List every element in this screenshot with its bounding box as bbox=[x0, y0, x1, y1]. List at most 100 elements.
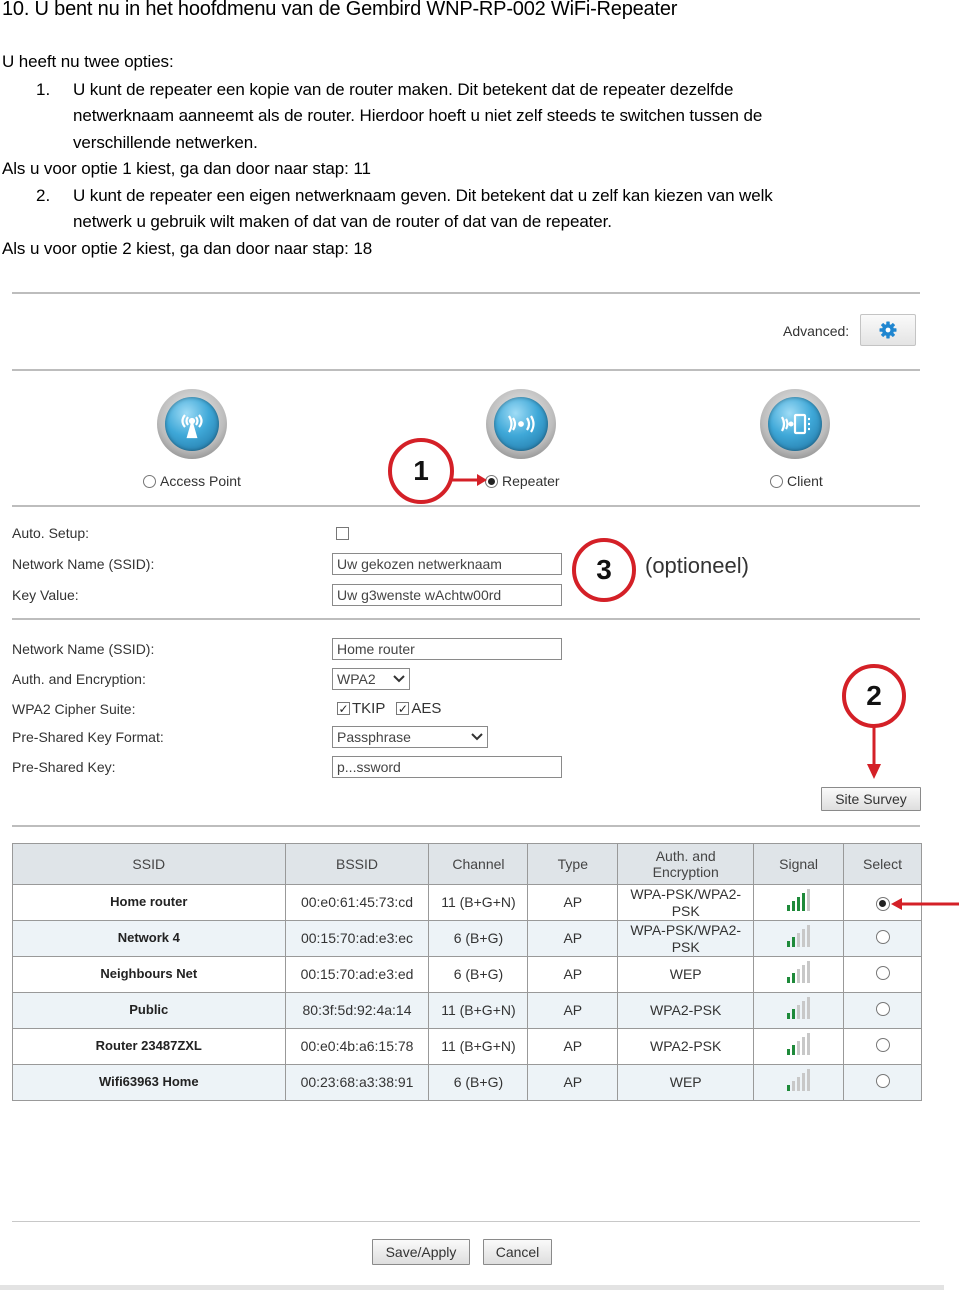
client-device-icon bbox=[781, 413, 810, 435]
signal-bar bbox=[802, 964, 806, 983]
table-row[interactable]: Network 4 00:15:70:ad:e3:ec 6 (B+G) AP WPA-P… bbox=[12, 920, 922, 957]
cell-signal bbox=[753, 920, 845, 957]
tkip-label: TKIP bbox=[352, 700, 386, 717]
key-value-label: Key Value: bbox=[12, 587, 79, 603]
cell-type: AP bbox=[527, 956, 619, 993]
tkip-checkbox[interactable]: ✓ bbox=[337, 702, 350, 715]
cell-select bbox=[843, 920, 922, 957]
header-ssid: SSID bbox=[12, 843, 286, 885]
client-mode-icon[interactable] bbox=[760, 389, 830, 459]
divider bbox=[12, 369, 920, 371]
auth-encryption-label: Auth. and Encryption: bbox=[12, 671, 146, 687]
cipher-aes[interactable]: ✓ AES bbox=[396, 700, 441, 717]
repeater-ssid-label: Network Name (SSID): bbox=[12, 556, 155, 572]
annotation-step-3-number: 3 bbox=[596, 554, 612, 585]
auth-encryption-select[interactable]: WPA2 bbox=[332, 668, 410, 690]
signal-bar bbox=[802, 1036, 806, 1055]
repeater-label: Repeater bbox=[502, 473, 560, 489]
repeater-ssid-input[interactable]: Uw gekozen netwerknaam bbox=[332, 553, 562, 575]
select-network-radio[interactable] bbox=[875, 1001, 890, 1016]
signal-bar bbox=[792, 1044, 796, 1055]
mode-repeater[interactable]: Repeater bbox=[485, 473, 560, 489]
select-network-radio[interactable] bbox=[875, 1037, 890, 1052]
access-point-radio[interactable] bbox=[143, 474, 156, 488]
signal-strength-icon bbox=[787, 924, 811, 947]
table-row[interactable]: Wifi63963 Home 00:23:68:a3:38:91 6 (B+G) AP… bbox=[12, 1064, 922, 1101]
signal-strength-icon bbox=[787, 1032, 811, 1055]
cell-ssid: Neighbours Net bbox=[12, 956, 286, 993]
psk-input[interactable]: p...ssword bbox=[332, 756, 562, 778]
option2-line2: netwerk u gebruik wilt maken of dat van … bbox=[73, 212, 612, 231]
signal-bar bbox=[787, 1084, 791, 1091]
signal-bar bbox=[802, 928, 806, 947]
cell-channel: 11 (B+G+N) bbox=[428, 992, 529, 1029]
select-network-radio[interactable] bbox=[875, 896, 890, 911]
annotation-step-3: 3 bbox=[572, 538, 636, 602]
cell-type: AP bbox=[527, 1064, 619, 1101]
cell-signal bbox=[753, 956, 845, 993]
cancel-button[interactable]: Cancel bbox=[483, 1239, 552, 1265]
cell-auth: WPA-PSK/WPA2-PSK bbox=[617, 920, 755, 957]
aes-checkbox[interactable]: ✓ bbox=[396, 702, 410, 715]
mode-client[interactable]: Client bbox=[770, 473, 823, 489]
site-survey-button[interactable]: Site Survey bbox=[821, 787, 921, 811]
key-value-input[interactable]: Uw g3wenste wAchtw00rd bbox=[332, 584, 562, 606]
signal-bar bbox=[807, 996, 811, 1019]
cell-auth: WEP bbox=[617, 1064, 755, 1101]
table-row[interactable]: Home router 00:e0:61:45:73:cd 11 (B+G+N) AP… bbox=[12, 884, 922, 921]
signal-bar bbox=[787, 1048, 791, 1055]
divider bbox=[12, 505, 920, 507]
access-point-mode-icon[interactable] bbox=[157, 389, 227, 459]
signal-bar bbox=[797, 1004, 801, 1019]
signal-strength-icon bbox=[787, 888, 811, 911]
annotation-arrow-right-icon bbox=[452, 474, 487, 486]
option1-followup: Als u voor optie 1 kiest, ga dan door na… bbox=[2, 159, 371, 178]
repeater-mode-icon[interactable] bbox=[486, 389, 556, 459]
cell-auth: WPA2-PSK bbox=[617, 1028, 755, 1065]
table-row[interactable]: Router 23487ZXL 00:e0:4b:a6:15:78 11 (B+G+… bbox=[12, 1028, 922, 1065]
intro-text: U heeft nu twee opties: bbox=[2, 52, 174, 71]
advanced-settings-button[interactable] bbox=[860, 314, 916, 346]
header-signal: Signal bbox=[753, 843, 845, 885]
site-survey-table: SSID BSSID Channel Type Auth. and Encryp… bbox=[12, 843, 922, 1101]
header-bssid: BSSID bbox=[284, 843, 430, 885]
mode-access-point[interactable]: Access Point bbox=[143, 473, 241, 489]
psk-format-select[interactable]: Passphrase bbox=[332, 726, 488, 748]
option1-line1: U kunt de repeater een kopie van de rout… bbox=[73, 80, 734, 99]
cell-type: AP bbox=[527, 1028, 619, 1065]
cell-signal bbox=[753, 1028, 845, 1065]
table-row[interactable]: Public 80:3f:5d:92:4a:14 11 (B+G+N) AP WPA2-… bbox=[12, 992, 922, 1029]
select-network-radio[interactable] bbox=[875, 965, 890, 980]
divider bbox=[12, 292, 920, 294]
auto-setup-checkbox[interactable] bbox=[336, 527, 349, 540]
header-auth: Auth. and Encryption bbox=[617, 843, 755, 885]
annotation-step-2: 2 bbox=[842, 664, 906, 728]
option1-number: 1. bbox=[36, 80, 51, 99]
cell-bssid: 00:e0:61:45:73:cd bbox=[284, 884, 430, 921]
signal-bar bbox=[792, 900, 796, 911]
save-apply-button[interactable]: Save/Apply bbox=[372, 1239, 470, 1265]
signal-bar bbox=[802, 892, 806, 911]
auth-encryption-value: WPA2 bbox=[337, 671, 376, 687]
option2-line1: U kunt de repeater een eigen netwerknaam… bbox=[73, 186, 773, 205]
cell-auth: WEP bbox=[617, 956, 755, 993]
cell-bssid: 00:e0:4b:a6:15:78 bbox=[284, 1028, 430, 1065]
signal-bar bbox=[792, 972, 796, 983]
option2-followup: Als u voor optie 2 kiest, ga dan door na… bbox=[2, 239, 373, 258]
signal-strength-icon bbox=[787, 960, 811, 983]
signal-bar bbox=[797, 1040, 801, 1055]
option2-number: 2. bbox=[36, 186, 51, 205]
cipher-tkip[interactable]: ✓ TKIP bbox=[337, 700, 385, 717]
signal-strength-icon bbox=[787, 1068, 811, 1091]
cell-channel: 6 (B+G) bbox=[428, 956, 529, 993]
router-ssid-input[interactable]: Home router bbox=[332, 638, 562, 660]
divider bbox=[12, 825, 920, 827]
select-network-radio[interactable] bbox=[875, 929, 890, 944]
aes-label: AES bbox=[411, 700, 442, 717]
option1-line3: verschillende netwerken. bbox=[73, 133, 258, 152]
select-network-radio[interactable] bbox=[875, 1073, 890, 1088]
advanced-label: Advanced: bbox=[783, 323, 850, 339]
client-radio[interactable] bbox=[770, 474, 783, 488]
table-row[interactable]: Neighbours Net 00:15:70:ad:e3:ed 6 (B+G) AP… bbox=[12, 956, 922, 993]
signal-bar bbox=[807, 1068, 811, 1091]
